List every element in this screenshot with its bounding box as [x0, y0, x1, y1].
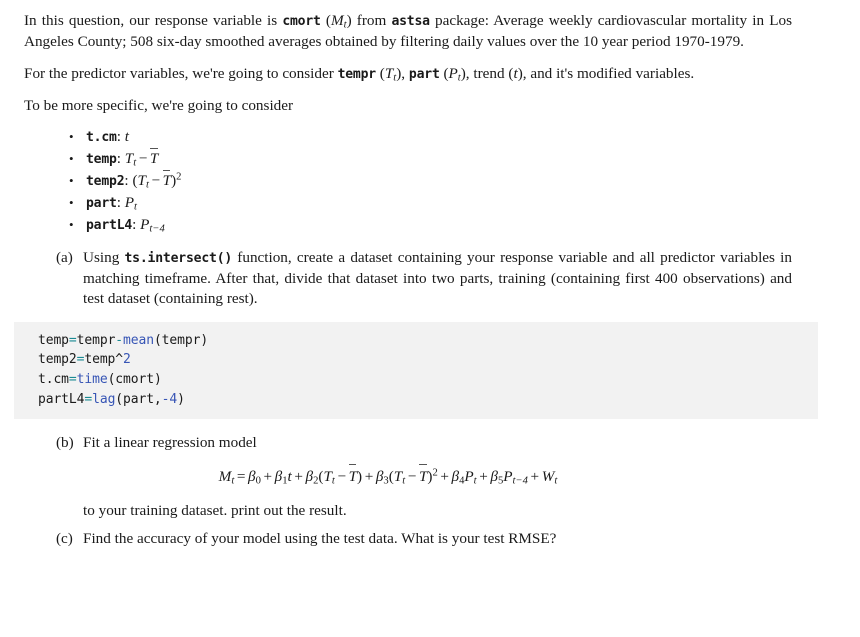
list-item-t-cm: • t.cm: t	[24, 127, 792, 148]
code-token-operator: =	[84, 391, 93, 407]
question-b-followup: to your training dataset. print out the …	[24, 501, 792, 521]
code-token: partL4	[38, 391, 85, 407]
code-token-function: time	[76, 372, 108, 387]
code-token-operator: -	[115, 332, 124, 348]
question-a-label: (a)	[56, 248, 73, 266]
list-item-partl4: • partL4: Pt−4	[24, 215, 792, 236]
intro-paragraph-1: In this question, our response variable …	[24, 11, 792, 53]
question-b-label: (b)	[56, 434, 74, 452]
equation-beta-4: β	[451, 467, 460, 485]
intro-paragraph-3: To be more specific, we're going to cons…	[24, 97, 294, 115]
bullet-icon: •	[69, 194, 74, 210]
variable-formula-part: Pt	[124, 193, 137, 213]
intro-p2-segment-3: ),	[396, 64, 409, 82]
variable-formula-t-cm: t	[124, 127, 129, 145]
intro-p2-segment-6: ), and it's modified variables.	[517, 64, 695, 82]
question-c: (c) Find the accuracy of your model usin…	[24, 529, 792, 549]
document-page: In this question, our response variable …	[0, 0, 860, 637]
variable-definition-list: • t.cm: t • temp: Tt − T • temp2: (Tt − T)2 • pa…	[24, 127, 792, 236]
equation-lhs: M	[218, 467, 232, 485]
code-token: t.cm	[38, 372, 69, 387]
math-symbol-tt: Tt	[384, 64, 397, 84]
bullet-icon: •	[69, 172, 74, 188]
code-token-operator: =	[68, 372, 77, 387]
intro-p2-segment-5: ), trend (	[460, 64, 514, 82]
inline-code-part: part	[408, 66, 440, 82]
equation-beta-0: β	[248, 467, 256, 485]
question-c-body: Find the accuracy of your model using th…	[83, 530, 557, 547]
question-a-body: Using ts.intersect() function, create a …	[83, 248, 792, 310]
intro-p2-segment-2: (	[375, 64, 385, 82]
code-token: temp	[84, 352, 116, 368]
equation-error-term: W	[541, 467, 555, 485]
code-token-function: lag	[92, 391, 116, 407]
code-token-number: -4	[161, 391, 178, 407]
code-token: (cmort)	[107, 372, 162, 387]
intro-paragraph-2: For the predictor variables, we're going…	[24, 64, 792, 85]
inline-code-ts-intersect: ts.intersect()	[124, 250, 233, 266]
variable-formula-temp: Tt − T	[124, 148, 159, 169]
bullet-icon: •	[69, 128, 74, 144]
code-line-3: t.cm=time(cmort)	[38, 370, 818, 390]
math-symbol-pt: Pt	[448, 64, 461, 84]
code-token: tempr	[76, 332, 116, 348]
intro-p2-segment-1: For the predictor variables, we're going…	[24, 64, 338, 82]
code-token-operator: =	[68, 332, 77, 348]
code-line-1: temp=tempr-mean(tempr)	[38, 331, 818, 351]
intro-p1-segment-2: (	[320, 12, 331, 29]
equation-beta-2: β	[305, 467, 314, 485]
question-b-body: Fit a linear regression model	[83, 434, 257, 452]
inline-code-cmort: cmort	[282, 14, 321, 29]
list-item-temp2: • temp2: (Tt − T)2	[24, 170, 792, 192]
math-symbol-mt: Mt	[330, 12, 347, 31]
intro-p1-segment-3: ) from	[346, 12, 392, 29]
variable-name-partl4: partL4	[86, 218, 133, 233]
inline-code-tempr: tempr	[337, 66, 377, 82]
code-block: temp=tempr-mean(tempr) temp2=temp^2 t.cm…	[14, 321, 818, 420]
code-token: (part,	[115, 391, 162, 407]
question-a-segment-1: Using	[83, 248, 125, 266]
question-a: (a) Using ts.intersect() function, creat…	[24, 248, 792, 310]
variable-sep: :	[132, 216, 141, 233]
code-token: ^	[115, 352, 124, 368]
variable-name-temp2: temp2	[86, 173, 125, 189]
inline-code-astsa: astsa	[391, 14, 430, 29]
question-b: (b) Fit a linear regression model	[24, 433, 792, 453]
bullet-icon: •	[69, 217, 74, 232]
intro-p1-segment-1: In this question, our response variable …	[24, 12, 283, 29]
variable-name-temp: temp	[86, 151, 117, 167]
code-line-2: temp2=temp^2	[38, 350, 818, 370]
code-token: temp2	[38, 352, 77, 368]
variable-formula-temp2: (Tt − T)2	[132, 170, 182, 191]
variable-sep: :	[116, 127, 125, 145]
bullet-icon: •	[69, 150, 74, 166]
question-c-label: (c)	[56, 530, 73, 547]
list-item-temp: • temp: Tt − T	[24, 148, 792, 170]
code-token-number: 2	[123, 352, 131, 368]
code-token: )	[177, 391, 185, 407]
code-token: temp	[38, 332, 69, 348]
variable-name-part: part	[86, 195, 117, 211]
equation-beta-5: β	[490, 467, 498, 485]
variable-sep: :	[116, 149, 125, 167]
equation-content: Mt = β0 + β1t + β2(Tt − T) + β3(Tt − T)2 + β4Pt + β5Pt−4…	[218, 463, 557, 486]
code-line-4: partL4=lag(part,-4)	[38, 390, 818, 410]
question-b-followup-text: to your training dataset. print out the …	[83, 501, 347, 519]
variable-sep: :	[116, 193, 125, 211]
list-item-part: • part: Pt	[24, 193, 792, 214]
variable-formula-partl4: Pt−4	[140, 216, 165, 235]
code-token-function: mean	[123, 332, 154, 348]
intro-p2-segment-4: (	[439, 64, 449, 82]
display-equation: Mt = β0 + β1t + β2(Tt − T) + β3(Tt − T)2 + β4Pt + β5Pt−4…	[24, 463, 792, 489]
code-token: (tempr)	[153, 332, 209, 348]
variable-name-t-cm: t.cm	[86, 129, 117, 145]
